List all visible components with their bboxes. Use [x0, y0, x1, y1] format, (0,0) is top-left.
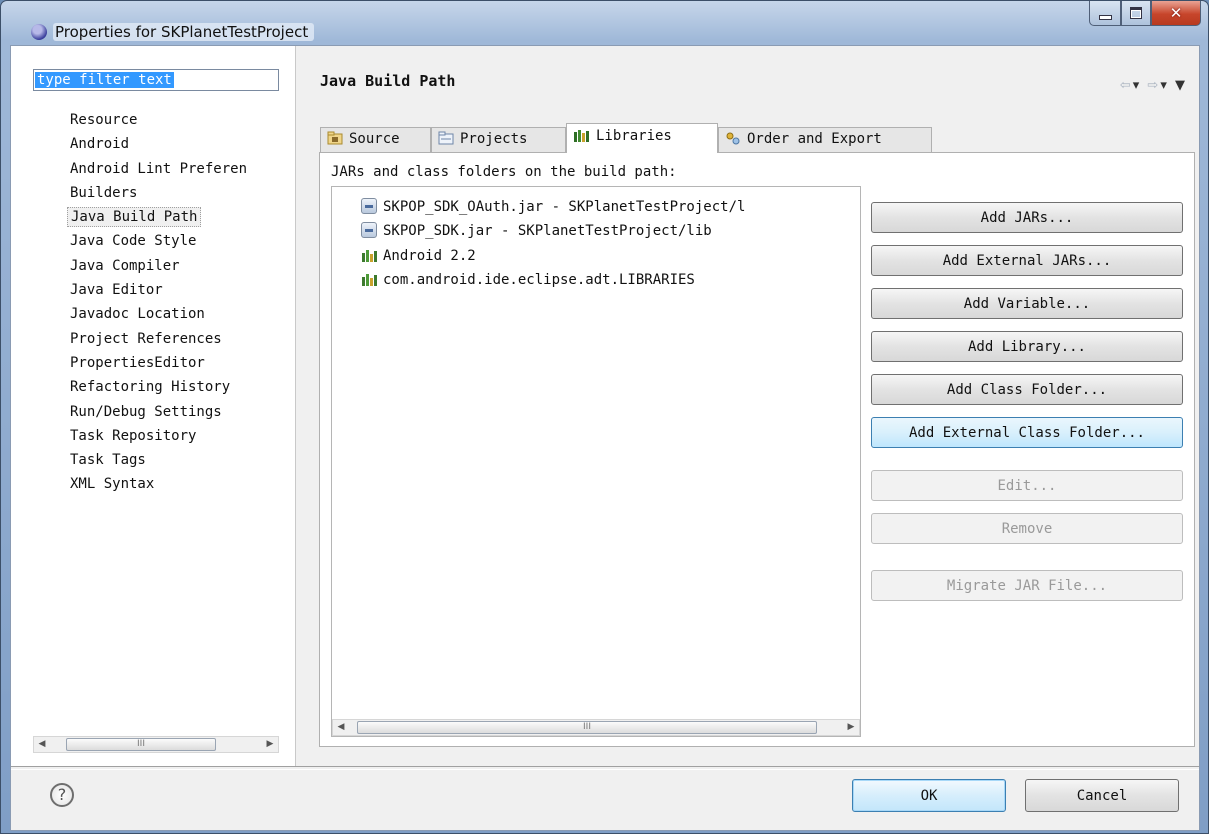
minimize-icon — [1098, 14, 1112, 20]
scroll-thumb[interactable]: III — [357, 721, 817, 734]
list-item[interactable]: com.android.ide.eclipse.adt.LIBRARIES — [361, 269, 695, 291]
close-icon: ✕ — [1169, 4, 1183, 22]
add-external-jars-button[interactable]: Add External JARs... — [871, 245, 1183, 276]
nav-item-java-code-style[interactable]: Java Code Style — [67, 229, 250, 253]
jar-icon — [361, 198, 377, 214]
build-path-list[interactable]: SKPOP_SDK_OAuth.jar - SKPlanetTestProjec… — [331, 186, 861, 737]
libraries-icon — [574, 130, 589, 142]
back-menu-chevron-icon[interactable]: ▾ — [1133, 78, 1142, 93]
view-menu-icon[interactable]: ▼ — [1175, 78, 1187, 93]
nav-item-java-build-path[interactable]: Java Build Path — [67, 205, 250, 229]
caption-buttons: ✕ — [1089, 1, 1201, 27]
edit-button[interactable]: Edit... — [871, 470, 1183, 501]
library-icon — [361, 271, 377, 287]
add-external-class-folder-button[interactable]: Add External Class Folder... — [871, 417, 1183, 448]
remove-button[interactable]: Remove — [871, 513, 1183, 544]
forward-arrow-icon[interactable]: ⇨ — [1147, 78, 1160, 93]
scroll-right-arrow-icon[interactable]: ▶ — [263, 738, 277, 751]
tab-order-and-export[interactable]: Order and Export — [718, 127, 932, 152]
add-jars-button[interactable]: Add JARs... — [871, 202, 1183, 233]
list-item[interactable]: SKPOP_SDK_OAuth.jar - SKPlanetTestProjec… — [361, 196, 745, 218]
scroll-right-arrow-icon[interactable]: ▶ — [844, 721, 858, 734]
eclipse-icon — [31, 24, 47, 40]
right-pane: Java Build Path ⇦▾ ⇨▾ ▼ Source Projects … — [296, 46, 1199, 766]
list-horizontal-scrollbar[interactable]: ◀ III ▶ — [332, 719, 860, 736]
back-arrow-icon[interactable]: ⇦ — [1120, 78, 1133, 93]
nav-item-refactoring-history[interactable]: Refactoring History — [67, 375, 250, 399]
projects-icon — [438, 131, 454, 145]
nav-item-resource[interactable]: Resource — [67, 108, 250, 132]
scroll-thumb[interactable]: III — [66, 738, 216, 751]
maximize-button[interactable] — [1121, 1, 1151, 26]
filter-text: type filter text — [35, 72, 174, 88]
library-icon — [361, 247, 377, 263]
order-export-icon — [726, 132, 740, 145]
nav-item-android-lint[interactable]: Android Lint Preferen — [67, 157, 250, 181]
close-button[interactable]: ✕ — [1151, 1, 1201, 26]
nav-item-task-tags[interactable]: Task Tags — [67, 448, 250, 472]
scroll-left-arrow-icon[interactable]: ◀ — [334, 721, 348, 734]
list-item[interactable]: Android 2.2 — [361, 245, 476, 267]
left-horizontal-scrollbar[interactable]: ◀ III ▶ — [33, 736, 279, 753]
add-library-button[interactable]: Add Library... — [871, 331, 1183, 362]
help-icon[interactable]: ? — [50, 783, 74, 807]
nav-item-java-compiler[interactable]: Java Compiler — [67, 254, 250, 278]
libraries-panel: JARs and class folders on the build path… — [319, 152, 1195, 747]
nav-item-xml-syntax[interactable]: XML Syntax — [67, 472, 250, 496]
filter-input[interactable]: type filter text — [33, 69, 279, 91]
tab-source[interactable]: Source — [320, 127, 431, 152]
nav-item-builders[interactable]: Builders — [67, 181, 250, 205]
properties-dialog: Properties for SKPlanetTestProject ✕ typ… — [0, 0, 1209, 834]
jar-icon — [361, 222, 377, 238]
nav-item-android[interactable]: Android — [67, 132, 250, 156]
source-folder-icon — [327, 131, 343, 145]
property-pages-tree: Resource Android Android Lint Preferen B… — [67, 108, 250, 497]
title-bar[interactable]: Properties for SKPlanetTestProject ✕ — [1, 1, 1208, 45]
tab-projects[interactable]: Projects — [431, 127, 566, 152]
left-pane: type filter text Resource Android Androi… — [11, 46, 296, 766]
nav-item-project-references[interactable]: Project References — [67, 327, 250, 351]
maximize-icon — [1130, 7, 1142, 19]
nav-item-run-debug-settings[interactable]: Run/Debug Settings — [67, 400, 250, 424]
ok-button[interactable]: OK — [852, 779, 1006, 812]
build-path-label: JARs and class folders on the build path… — [331, 164, 677, 180]
minimize-button[interactable] — [1089, 1, 1121, 26]
footer-separator — [11, 766, 1199, 770]
list-item[interactable]: SKPOP_SDK.jar - SKPlanetTestProject/lib — [361, 220, 712, 242]
add-variable-button[interactable]: Add Variable... — [871, 288, 1183, 319]
forward-menu-chevron-icon[interactable]: ▾ — [1160, 78, 1169, 93]
page-title: Java Build Path — [320, 72, 456, 90]
nav-item-properties-editor[interactable]: PropertiesEditor — [67, 351, 250, 375]
nav-item-task-repository[interactable]: Task Repository — [67, 424, 250, 448]
scroll-left-arrow-icon[interactable]: ◀ — [35, 738, 49, 751]
nav-item-javadoc-location[interactable]: Javadoc Location — [67, 302, 250, 326]
cancel-button[interactable]: Cancel — [1025, 779, 1179, 812]
tab-libraries[interactable]: Libraries — [566, 123, 718, 153]
window-title: Properties for SKPlanetTestProject — [53, 23, 315, 41]
add-class-folder-button[interactable]: Add Class Folder... — [871, 374, 1183, 405]
dialog-client: type filter text Resource Android Androi… — [10, 45, 1200, 831]
nav-item-java-editor[interactable]: Java Editor — [67, 278, 250, 302]
migrate-jar-button[interactable]: Migrate JAR File... — [871, 570, 1183, 601]
history-nav[interactable]: ⇦▾ ⇨▾ ▼ — [1120, 78, 1187, 93]
